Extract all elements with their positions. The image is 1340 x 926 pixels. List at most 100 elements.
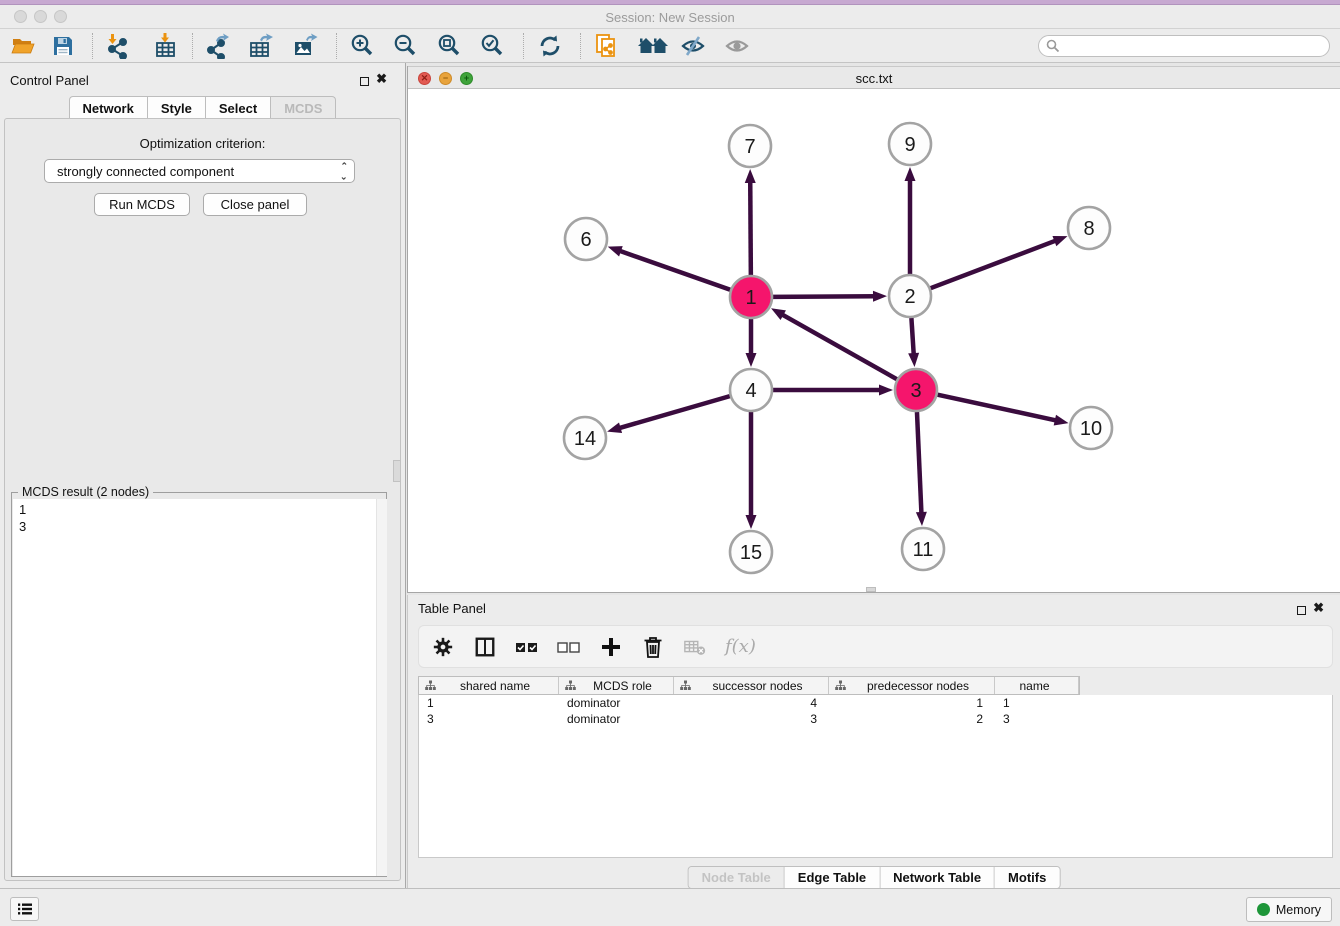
table-cell[interactable]: 1 bbox=[419, 695, 559, 711]
search-input[interactable] bbox=[1061, 39, 1311, 53]
close-panel-icon[interactable]: ✖ bbox=[376, 73, 387, 84]
graph-edge-1-4[interactable] bbox=[746, 319, 757, 367]
svg-text:10: 10 bbox=[1080, 418, 1102, 440]
graph-edge-2-9[interactable] bbox=[905, 167, 916, 274]
graph-edge-1-7[interactable] bbox=[745, 169, 756, 275]
deselect-all-icon[interactable] bbox=[557, 635, 581, 659]
tree-icon bbox=[680, 680, 691, 691]
zoom-fit-icon[interactable] bbox=[436, 33, 462, 59]
table-cell[interactable]: 1 bbox=[829, 695, 995, 711]
float-panel-icon[interactable] bbox=[360, 73, 369, 91]
add-icon[interactable] bbox=[599, 635, 623, 659]
table-body[interactable]: 1dominator4113dominator323 bbox=[418, 695, 1333, 858]
table-cell[interactable]: dominator bbox=[559, 695, 674, 711]
resize-handle[interactable] bbox=[866, 587, 876, 592]
export-network-icon[interactable] bbox=[204, 33, 230, 59]
criterion-select[interactable]: strongly connected component ⌃⌃ bbox=[44, 159, 355, 183]
open-session-icon[interactable] bbox=[10, 33, 36, 59]
column-header-name[interactable]: name bbox=[995, 677, 1079, 694]
table-cell[interactable]: 3 bbox=[419, 711, 559, 727]
graph-node-2[interactable]: 2 bbox=[889, 275, 931, 317]
table-cell[interactable]: 2 bbox=[829, 711, 995, 727]
graph-node-7[interactable]: 7 bbox=[729, 125, 771, 167]
function-builder-icon[interactable]: f(x) bbox=[725, 636, 756, 657]
float-panel-icon[interactable] bbox=[1297, 602, 1306, 620]
graph-edge-2-3[interactable] bbox=[908, 318, 919, 367]
home-icon[interactable] bbox=[636, 33, 670, 59]
memory-button[interactable]: Memory bbox=[1246, 897, 1332, 922]
import-network-icon[interactable] bbox=[104, 33, 130, 59]
zoom-out-icon[interactable] bbox=[392, 33, 418, 59]
graph-edge-3-10[interactable] bbox=[937, 395, 1068, 426]
graph-edge-4-3[interactable] bbox=[773, 385, 893, 396]
column-header-mcds-role[interactable]: MCDS role bbox=[559, 677, 674, 694]
graph-node-8[interactable]: 8 bbox=[1068, 207, 1110, 249]
graph-node-10[interactable]: 10 bbox=[1070, 407, 1112, 449]
scrollbar[interactable] bbox=[376, 499, 387, 876]
tab-node-table[interactable]: Node Table bbox=[689, 867, 785, 888]
network-title: scc.txt bbox=[408, 71, 1340, 86]
graph-edge-3-11[interactable] bbox=[916, 412, 927, 526]
list-icon bbox=[16, 900, 34, 918]
tab-edge-table[interactable]: Edge Table bbox=[785, 867, 880, 888]
refresh-icon[interactable] bbox=[537, 33, 563, 59]
control-panel: Control Panel ✖ NetworkStyleSelectMCDS O… bbox=[0, 63, 406, 888]
graph-node-9[interactable]: 9 bbox=[889, 123, 931, 165]
column-icon[interactable] bbox=[473, 635, 497, 659]
export-image-icon[interactable] bbox=[292, 33, 318, 59]
table-cell[interactable]: dominator bbox=[559, 711, 674, 727]
svg-text:7: 7 bbox=[744, 136, 755, 158]
graph-node-11[interactable]: 11 bbox=[902, 528, 944, 570]
gear-icon[interactable] bbox=[431, 635, 455, 659]
graph-node-15[interactable]: 15 bbox=[730, 531, 772, 573]
graph-edge-4-14[interactable] bbox=[607, 396, 730, 433]
save-session-icon[interactable] bbox=[50, 33, 76, 59]
close-panel-button[interactable]: Close panel bbox=[203, 193, 307, 216]
delete-table-icon[interactable] bbox=[683, 635, 707, 659]
graph-node-14[interactable]: 14 bbox=[564, 417, 606, 459]
table-cell[interactable]: 3 bbox=[995, 711, 1079, 727]
hide-details-icon[interactable] bbox=[680, 33, 706, 59]
graph-edge-3-1[interactable] bbox=[771, 308, 897, 379]
mcds-result-legend: MCDS result (2 nodes) bbox=[18, 485, 153, 499]
search-box[interactable] bbox=[1038, 35, 1330, 57]
close-panel-icon[interactable]: ✖ bbox=[1313, 602, 1324, 613]
mcds-result-area[interactable]: 1 3 bbox=[13, 499, 387, 876]
show-details-icon[interactable] bbox=[724, 33, 750, 59]
task-history-button[interactable] bbox=[10, 897, 39, 921]
select-all-icon[interactable] bbox=[515, 635, 539, 659]
table-panel-title: Table Panel bbox=[418, 601, 486, 616]
app-title: Session: New Session bbox=[0, 10, 1340, 25]
export-table-icon[interactable] bbox=[248, 33, 274, 59]
column-header-shared-name[interactable]: shared name bbox=[419, 677, 559, 694]
criterion-select-value: strongly connected component bbox=[57, 164, 234, 179]
table-row[interactable]: 1dominator411 bbox=[419, 695, 1332, 711]
table-cell[interactable]: 4 bbox=[674, 695, 829, 711]
graph-node-3[interactable]: 3 bbox=[895, 369, 937, 411]
graph-edge-4-15[interactable] bbox=[746, 412, 757, 529]
table-cell[interactable]: 1 bbox=[995, 695, 1079, 711]
graph-edge-2-8[interactable] bbox=[931, 236, 1068, 288]
network-canvas[interactable]: 7 9 6 8 1 2 4 3 14 10 15 11 bbox=[408, 89, 1340, 593]
zoom-selected-icon[interactable] bbox=[479, 33, 505, 59]
tab-motifs[interactable]: Motifs bbox=[995, 867, 1059, 888]
graph-node-6[interactable]: 6 bbox=[565, 218, 607, 260]
zoom-in-icon[interactable] bbox=[349, 33, 375, 59]
column-header-predecessor-nodes[interactable]: predecessor nodes bbox=[829, 677, 995, 694]
tab-network-table[interactable]: Network Table bbox=[880, 867, 995, 888]
table-cell[interactable]: 3 bbox=[674, 711, 829, 727]
delete-icon[interactable] bbox=[641, 635, 665, 659]
splitter-handle[interactable] bbox=[393, 460, 401, 482]
column-header-successor-nodes[interactable]: successor nodes bbox=[674, 677, 829, 694]
toolbar-separator bbox=[192, 33, 193, 59]
mcds-result-text: 1 3 bbox=[19, 501, 26, 535]
graph-node-4[interactable]: 4 bbox=[730, 369, 772, 411]
run-mcds-button[interactable]: Run MCDS bbox=[94, 193, 190, 216]
graph-edge-1-6[interactable] bbox=[608, 246, 731, 290]
import-table-icon[interactable] bbox=[152, 33, 178, 59]
new-network-from-file-icon[interactable] bbox=[593, 33, 619, 59]
table-row[interactable]: 3dominator323 bbox=[419, 711, 1332, 727]
svg-text:4: 4 bbox=[745, 380, 756, 402]
graph-node-1[interactable]: 1 bbox=[730, 276, 772, 318]
graph-edge-1-2[interactable] bbox=[773, 291, 887, 302]
